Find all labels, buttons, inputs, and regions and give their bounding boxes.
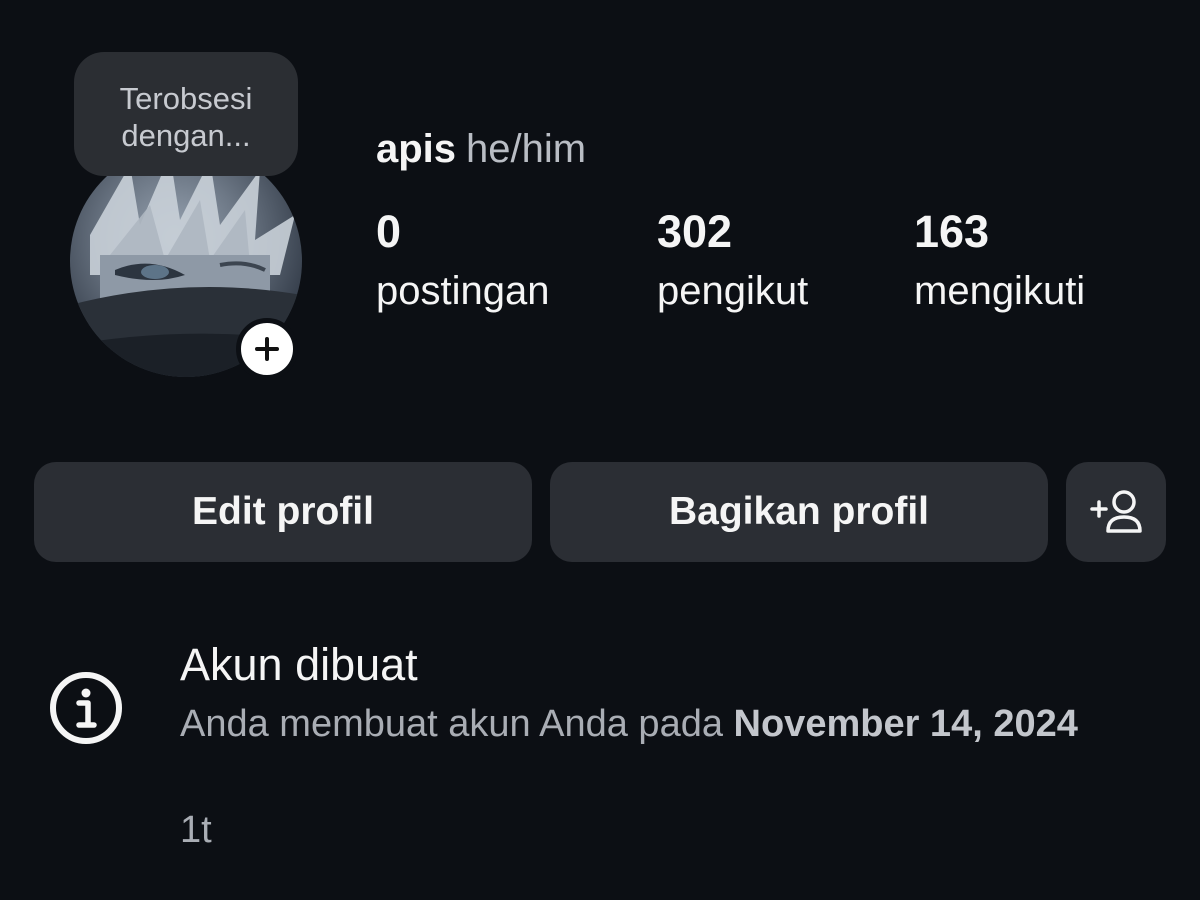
note-text-line1: Terobsesi: [119, 81, 253, 116]
following-label: mengikuti: [914, 269, 1086, 313]
share-profile-button[interactable]: Bagikan profil: [550, 462, 1048, 562]
note-bubble[interactable]: Terobsesi dengan...: [74, 52, 298, 176]
followers-label: pengikut: [657, 269, 809, 313]
add-person-icon: [1090, 490, 1142, 533]
following-count: 163: [914, 206, 990, 257]
followers-count: 302: [657, 206, 733, 257]
note-text-line2: dengan...: [121, 118, 251, 153]
discover-people-button[interactable]: [1066, 462, 1166, 562]
pronouns: he/him: [466, 127, 587, 171]
posts-label: postingan: [376, 269, 550, 313]
plus-icon: [255, 337, 279, 361]
info-description-text: Anda membuat akun Anda pada: [180, 703, 723, 745]
profile-page: Terobsesi dengan... apis he/him 0 posting…: [0, 0, 1200, 900]
name-row: apis he/him: [376, 126, 586, 172]
share-profile-label: Bagikan profil: [668, 490, 930, 533]
stat-posts[interactable]: 0 postingan: [376, 206, 549, 316]
info-description: Anda membuat akun Anda pada November 14,…: [180, 698, 1140, 750]
add-story-button[interactable]: [236, 318, 298, 380]
stat-followers[interactable]: 302 pengikut: [657, 206, 808, 316]
username: apis: [376, 127, 457, 171]
edit-profile-label: Edit profil: [192, 490, 374, 533]
account-created-date: November 14, 2024: [733, 703, 1078, 745]
info-icon: [48, 670, 124, 746]
stat-following[interactable]: 163 mengikuti: [914, 206, 1085, 316]
info-timestamp: 1t: [180, 809, 212, 851]
edit-profile-button[interactable]: Edit profil: [34, 462, 532, 562]
posts-count: 0: [376, 206, 402, 257]
info-title: Akun dibuat: [180, 639, 418, 690]
